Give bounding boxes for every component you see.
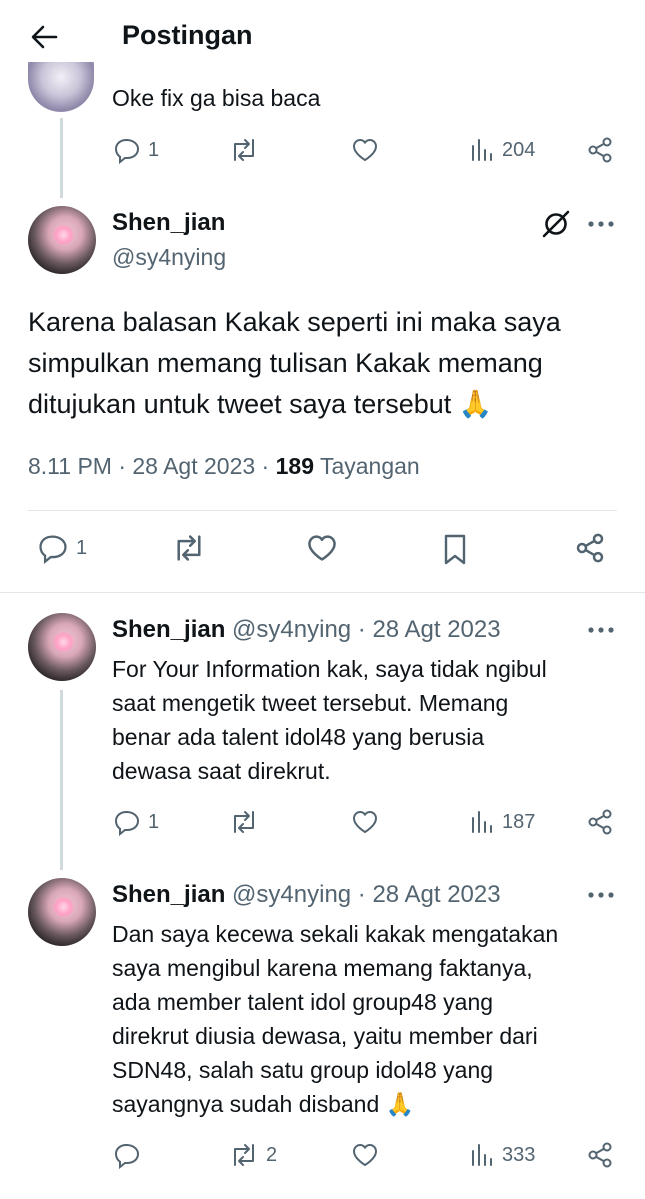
main-post-author-name[interactable]: Shen_jian [112,209,225,237]
views-label: Tayangan [313,453,420,479]
reply-count: 1 [76,536,88,559]
divider [0,592,645,593]
share-icon [586,808,614,836]
top-bar: Postingan [0,0,645,78]
bookmark-icon [440,532,470,566]
text-line: ada member talent idol group48 yang [112,989,494,1015]
reply-icon [112,808,142,836]
views-button[interactable]: 333 [468,1141,535,1169]
like-icon [350,136,380,164]
repost-icon [228,136,260,164]
main-post-author-handle[interactable]: @sy4nying [112,244,226,271]
views-count: 189 [275,453,314,479]
views-count: 187 [502,810,536,833]
text-line: simpulkan memang tulisan Kakak memang [28,348,543,378]
reply2-avatar[interactable] [28,878,96,946]
text-line: sayangnya sudah disband 🙏 [112,1091,415,1117]
text-line: Dan saya kecewa sekali kakak mengatakan [112,921,559,947]
repost-icon [228,1141,260,1169]
reply1-header: Shen_jian @sy4nying · 28 Agt 2023 [112,616,501,644]
reply-button[interactable] [112,1141,142,1169]
repost-icon [170,532,208,564]
repost-button[interactable] [170,532,208,564]
share-button[interactable] [574,532,606,564]
like-icon [304,532,340,564]
reply-button[interactable]: 1 [112,808,159,836]
reply2-author-name[interactable]: Shen_jian [112,881,225,908]
like-button[interactable] [350,136,380,164]
reply-count: 1 [148,138,160,161]
parent-reply-avatar[interactable] [28,62,94,112]
repost-count: 2 [266,1143,278,1166]
main-post-actions: 1 [0,530,645,570]
repost-button[interactable]: 2 [228,1141,277,1169]
text-line: saya mengibul karena memang faktanya, [112,955,533,981]
page-title: Postingan [122,20,253,50]
main-post-text: Karena balasan Kakak seperti ini maka sa… [28,302,561,425]
reply2-text: Dan saya kecewa sekali kakak mengatakan … [112,917,558,1121]
repost-button[interactable] [228,136,260,164]
views-count: 204 [502,138,536,161]
main-post-avatar[interactable] [28,206,96,274]
divider [28,510,617,511]
reply-icon [112,136,142,164]
like-button[interactable] [304,532,340,564]
views-icon [468,1141,496,1169]
share-button[interactable] [586,808,614,836]
reply1-actions: 1 187 [0,804,645,844]
reply-count: 1 [148,810,160,833]
text-line: SDN48, salah satu group idol48 yang [112,1057,494,1083]
like-button[interactable] [350,1141,380,1169]
reply1-text: For Your Information kak, saya tidak ngi… [112,652,547,788]
share-button[interactable] [586,136,614,164]
text-line: benar ada talent idol48 yang berusia [112,724,485,750]
more-dots-icon[interactable] [586,885,616,905]
views-button[interactable]: 204 [468,136,535,164]
more-dots-icon[interactable] [586,620,616,640]
share-icon [574,532,606,564]
reply1-meta[interactable]: @sy4nying · 28 Agt 2023 [232,616,501,643]
share-button[interactable] [586,1141,614,1169]
share-icon [586,1141,614,1169]
like-icon [350,1141,380,1169]
bookmark-button[interactable] [440,532,470,566]
post-time[interactable]: 8.11 PM · 28 Agt 2023 · [28,453,276,479]
reply-icon [36,532,70,564]
reply-icon [112,1141,142,1169]
text-line: Karena balasan Kakak seperti ini maka sa… [28,307,561,337]
like-button[interactable] [350,808,380,836]
main-post-timestamp: 8.11 PM · 28 Agt 2023 · 189 Tayangan [28,453,420,480]
parent-reply-actions: 1 204 [0,132,645,172]
repost-icon [228,808,260,836]
reply2-actions: 2 333 [0,1137,645,1177]
reply-button[interactable]: 1 [112,136,159,164]
views-button[interactable]: 187 [468,808,535,836]
text-line: dewasa saat direkrut. [112,758,331,784]
more-dots-icon[interactable] [586,214,616,234]
share-icon [586,136,614,164]
text-line: ditujukan untuk tweet saya tersebut 🙏 [28,389,493,419]
reply1-author-name[interactable]: Shen_jian [112,616,225,643]
reply2-meta[interactable]: @sy4nying · 28 Agt 2023 [232,881,501,908]
reply-button[interactable]: 1 [36,532,87,564]
text-line: saat mengetik tweet tersebut. Memang [112,690,509,716]
repost-button[interactable] [228,808,260,836]
parent-reply-text: Oke fix ga bisa baca [112,85,321,111]
back-arrow-icon[interactable] [30,24,58,50]
text-line: For Your Information kak, saya tidak ngi… [112,656,547,682]
reply2-header: Shen_jian @sy4nying · 28 Agt 2023 [112,881,501,909]
text-line: direkrut diusia dewasa, yaitu member dar… [112,1023,538,1049]
like-icon [350,808,380,836]
views-icon [468,808,496,836]
grok-icon[interactable] [540,208,572,240]
views-count: 333 [502,1143,536,1166]
reply1-avatar[interactable] [28,613,96,681]
views-icon [468,136,496,164]
